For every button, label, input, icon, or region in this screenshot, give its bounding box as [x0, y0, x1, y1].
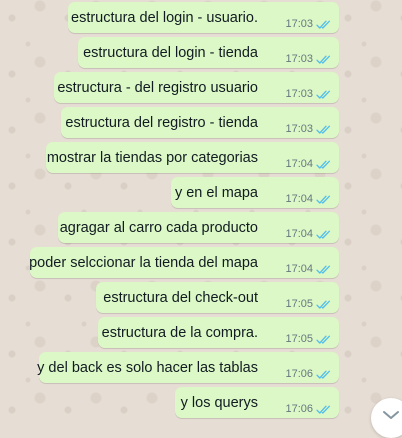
- message-text: estructura del check-out: [103, 290, 258, 306]
- message-text: agragar al carro cada producto: [59, 220, 258, 236]
- message-time: 17:03: [285, 123, 313, 135]
- message-bubble[interactable]: estructura del check-out 17:05: [96, 282, 339, 313]
- message-time: 17:06: [285, 368, 313, 380]
- double-check-icon: [316, 55, 331, 64]
- message-meta: 17:03: [285, 18, 332, 30]
- double-check-icon: [316, 370, 331, 379]
- message-bubble[interactable]: estructura del registro - tienda 17:03: [61, 107, 339, 138]
- message-bubble[interactable]: poder selccionar la tienda del mapa 17:0…: [29, 247, 339, 278]
- message-bubble[interactable]: agragar al carro cada producto 17:04: [58, 212, 339, 243]
- double-check-icon: [316, 90, 331, 99]
- message-bubble[interactable]: y en el mapa 17:04: [171, 177, 339, 208]
- message-meta: 17:05: [285, 333, 332, 345]
- double-check-icon: [316, 335, 331, 344]
- double-check-icon: [316, 300, 331, 309]
- message-text: y del back es solo hacer las tablas: [37, 360, 258, 376]
- message-text: mostrar la tiendas por categorias: [46, 150, 258, 166]
- message-meta: 17:04: [285, 193, 332, 205]
- message-meta: 17:04: [285, 158, 332, 170]
- message-time: 17:03: [285, 18, 313, 30]
- message-text: estructura del registro - tienda: [65, 115, 258, 131]
- message-text: estructura - del registro usuario: [57, 80, 258, 96]
- message-meta: 17:04: [285, 263, 332, 275]
- message-bubble[interactable]: estructura - del registro usuario 17:03: [54, 72, 339, 103]
- message-time: 17:05: [285, 333, 313, 345]
- double-check-icon: [316, 230, 331, 239]
- message-meta: 17:06: [285, 368, 332, 380]
- message-meta: 17:03: [285, 53, 332, 65]
- double-check-icon: [316, 405, 331, 414]
- double-check-icon: [316, 125, 331, 134]
- scroll-down-button[interactable]: [371, 398, 402, 438]
- message-bubble[interactable]: y del back es solo hacer las tablas 17:0…: [37, 352, 339, 383]
- message-meta: 17:05: [285, 298, 332, 310]
- message-bubble[interactable]: estructura de la compra. 17:05: [98, 317, 339, 348]
- message-text: estructura de la compra.: [101, 325, 258, 341]
- message-time: 17:04: [285, 228, 313, 240]
- message-time: 17:04: [285, 263, 313, 275]
- double-check-icon: [316, 265, 331, 274]
- message-time: 17:03: [285, 53, 313, 65]
- message-time: 17:05: [285, 298, 313, 310]
- message-meta: 17:06: [285, 403, 332, 415]
- double-check-icon: [316, 20, 331, 29]
- message-time: 17:04: [285, 193, 313, 205]
- message-text: poder selccionar la tienda del mapa: [29, 255, 258, 271]
- message-meta: 17:03: [285, 123, 332, 135]
- double-check-icon: [316, 160, 331, 169]
- message-text: y los querys: [180, 395, 258, 411]
- message-bubble[interactable]: y los querys 17:06: [175, 387, 339, 418]
- message-bubble[interactable]: estructura del login - usuario. 17:03: [68, 2, 339, 33]
- message-meta: 17:04: [285, 228, 332, 240]
- message-text: estructura del login - usuario.: [71, 10, 258, 26]
- double-check-icon: [316, 195, 331, 204]
- message-time: 17:04: [285, 158, 313, 170]
- message-time: 17:06: [285, 403, 313, 415]
- message-bubble[interactable]: mostrar la tiendas por categorias 17:04: [46, 142, 339, 173]
- message-bubble[interactable]: estructura del login - tienda 17:03: [78, 37, 339, 68]
- message-text: estructura del login - tienda: [83, 45, 258, 61]
- message-time: 17:03: [285, 88, 313, 100]
- chevron-down-icon: [383, 411, 399, 419]
- message-text: y en el mapa: [174, 185, 258, 201]
- message-meta: 17:03: [285, 88, 332, 100]
